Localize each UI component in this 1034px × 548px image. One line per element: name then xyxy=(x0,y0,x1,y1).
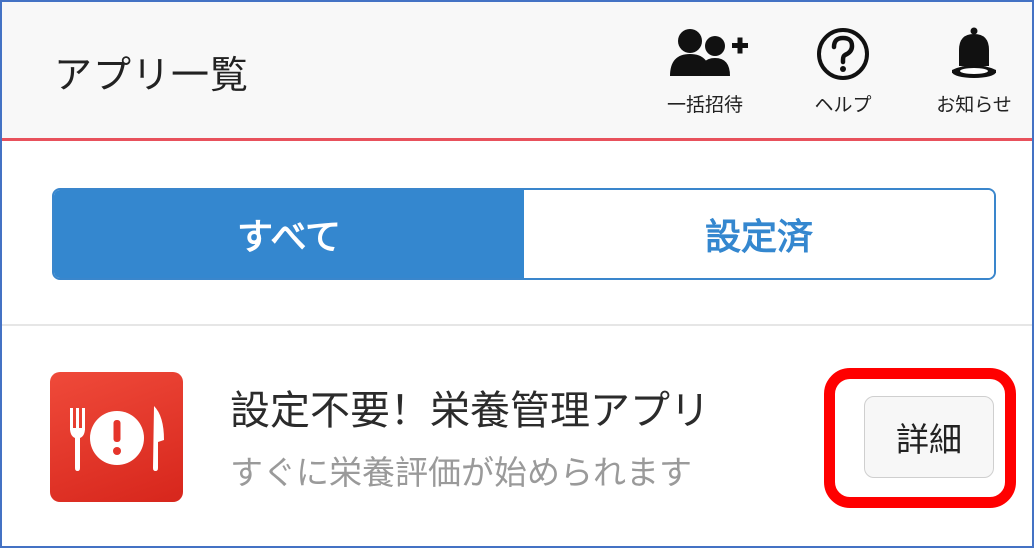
tab-all[interactable]: すべて xyxy=(54,190,524,278)
help-button[interactable]: ヘルプ xyxy=(788,26,898,126)
cutlery-alert-icon xyxy=(70,406,164,471)
list-item: 設定不要！栄養管理アプリ すぐに栄養評価が始められます 詳細 xyxy=(2,326,1032,546)
tab-configured[interactable]: 設定済 xyxy=(524,190,994,278)
app-description: すぐに栄養評価が始められます xyxy=(230,453,692,492)
app-name: 設定不要！栄養管理アプリ xyxy=(230,388,710,434)
app-icon xyxy=(50,372,183,502)
page-title: アプリ一覧 xyxy=(54,53,250,97)
bulk-invite-button[interactable]: 一括招待 xyxy=(650,26,760,126)
help-label: ヘルプ xyxy=(814,94,872,116)
app-window: アプリ一覧 一括招待 ヘルプ お知らせ すべて 設定済 設定不要！栄養管理アプリ… xyxy=(0,0,1034,548)
notifications-label: お知らせ xyxy=(936,94,1012,116)
notifications-button[interactable]: お知らせ xyxy=(919,26,1029,126)
invite-users-icon xyxy=(670,29,748,76)
bell-icon xyxy=(952,27,996,78)
header-bar: アプリ一覧 一括招待 ヘルプ お知らせ xyxy=(2,2,1032,141)
filter-segmented-control: すべて 設定済 xyxy=(52,188,996,280)
help-icon xyxy=(817,28,869,80)
detail-button[interactable]: 詳細 xyxy=(864,396,994,478)
bulk-invite-label: 一括招待 xyxy=(666,94,743,116)
